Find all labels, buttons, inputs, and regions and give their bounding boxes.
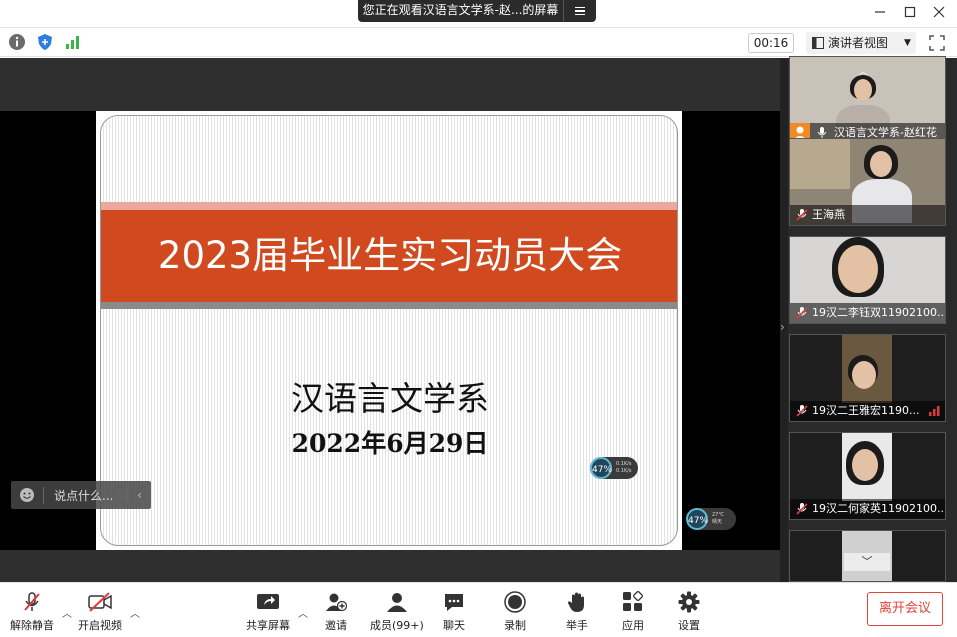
background-shelf [790, 139, 850, 189]
info-icon[interactable] [8, 33, 26, 51]
meeting-topbar: 00:16 演讲者视图 ▼ [0, 27, 957, 57]
speed-percent: 47% [590, 457, 612, 479]
slide-band-top [101, 202, 677, 210]
gear-icon [678, 591, 700, 613]
start-video-button[interactable]: 开启视频 [78, 591, 122, 633]
participant-tile[interactable]: 王海燕 [789, 138, 946, 226]
chevron-up-icon[interactable]: ︿ [62, 605, 72, 620]
record-label: 录制 [504, 619, 526, 632]
emoji-icon[interactable] [11, 487, 43, 503]
apps-icon [623, 591, 643, 611]
leave-meeting-button[interactable]: 离开会议 [867, 592, 943, 626]
weather-temp: 27℃ [712, 512, 724, 518]
camera-off-icon [88, 592, 112, 612]
chevron-up-icon[interactable]: ︿ [298, 605, 308, 620]
record-icon [504, 591, 526, 613]
chat-input[interactable]: 说点什么... ‹ [11, 481, 151, 509]
settings-button[interactable]: 设置 [678, 591, 700, 633]
chevron-right-icon: › [780, 320, 785, 334]
maximize-button[interactable] [897, 2, 923, 22]
speed-line2: 0.1K/s [616, 468, 632, 474]
signal-weak-icon [929, 406, 940, 416]
apps-label: 应用 [622, 619, 644, 632]
layout-icon [812, 37, 824, 49]
slide-frame: 2023届毕业生实习动员大会 汉语言文学系 2022年6月29日 [100, 115, 678, 546]
scroll-down-icon[interactable]: ﹀ [844, 553, 890, 571]
signal-icon[interactable] [64, 33, 82, 51]
settings-label: 设置 [678, 619, 700, 632]
hand-icon [568, 592, 584, 612]
start-video-label: 开启视频 [78, 619, 122, 632]
speed-widget-slide: 47% 0.1K/s 0.1K/s [590, 457, 638, 479]
members-icon [386, 593, 407, 612]
view-mode-label: 演讲者视图 [828, 36, 889, 50]
record-button[interactable]: 录制 [504, 591, 526, 633]
chat-placeholder[interactable]: 说点什么... [43, 486, 127, 504]
window-titlebar: 您正在观看汉语言文学系-赵...的屏幕 [0, 0, 957, 26]
minimize-button[interactable] [867, 2, 893, 22]
shared-screen-stage: 2023届毕业生实习动员大会 汉语言文学系 2022年6月29日 47% 0.1… [0, 58, 780, 582]
participant-tile[interactable]: 19汉二王雅宏1190... [789, 334, 946, 422]
collapse-icon[interactable]: ‹ [127, 488, 151, 502]
participant-name: 19汉二李钰双11902100... [812, 306, 945, 319]
raise-hand-button[interactable]: 举手 [566, 591, 588, 633]
view-mode-dropdown[interactable]: 演讲者视图 ▼ [806, 32, 916, 54]
slide-title: 2023届毕业生实习动员大会 [101, 210, 677, 302]
share-screen-button[interactable]: 共享屏幕 [246, 591, 290, 633]
chevron-down-icon: ▼ [904, 38, 911, 48]
slide-date: 2022年6月29日 [291, 429, 489, 458]
unmute-button[interactable]: 解除静音 [10, 591, 54, 633]
invite-button[interactable]: 邀请 [325, 591, 347, 633]
weather-desc: 晴天 [712, 519, 723, 525]
speed-widget-stage: 47% 27℃ 晴天 [686, 508, 736, 530]
participant-tile[interactable]: ﹀ [789, 530, 946, 582]
stage-top-area [0, 58, 780, 111]
speed-info: 0.1K/s 0.1K/s [612, 461, 636, 475]
mic-muted-icon [796, 307, 808, 319]
share-banner-text: 您正在观看汉语言文学系-赵...的屏幕 [358, 0, 564, 22]
mic-muted-icon [796, 503, 808, 515]
members-button[interactable]: 成员(99+) [370, 591, 424, 633]
mic-muted-icon [24, 592, 40, 611]
apps-button[interactable]: 应用 [622, 591, 644, 633]
close-button[interactable] [926, 2, 952, 22]
stage-bottom-area [0, 550, 780, 582]
chat-button[interactable]: 聊天 [443, 591, 465, 633]
meeting-timer: 00:16 [748, 33, 794, 53]
unmute-label: 解除静音 [10, 619, 54, 632]
meeting-controls: 解除静音 ︿ 开启视频 ︿ 共享屏幕 ︿ 邀请 成员(99+) 聊天 录制 举手… [0, 582, 957, 637]
panel-toggle[interactable]: › [780, 58, 788, 582]
chevron-up-icon[interactable]: ︿ [130, 605, 140, 620]
weather-info: 27℃ 晴天 [708, 512, 728, 526]
participant-tile[interactable]: 19汉二何家英11902100... [789, 432, 946, 520]
speed-percent: 47% [686, 508, 708, 530]
raise-hand-label: 举手 [566, 619, 588, 632]
members-label: 成员(99+) [370, 619, 424, 632]
slide-department: 汉语言文学系 [291, 379, 489, 418]
share-screen-label: 共享屏幕 [246, 619, 290, 632]
chat-label: 聊天 [443, 619, 465, 632]
chevron-up-icon[interactable]: ︿ [858, 63, 868, 78]
menu-icon[interactable] [564, 0, 596, 22]
mic-muted-icon [796, 405, 808, 417]
fullscreen-icon[interactable] [928, 34, 946, 52]
screen-share-banner[interactable]: 您正在观看汉语言文学系-赵...的屏幕 [358, 0, 596, 22]
invite-label: 邀请 [325, 619, 347, 632]
participant-name: 19汉二何家英11902100... [812, 502, 945, 515]
shield-icon[interactable] [36, 33, 54, 51]
mic-muted-icon [796, 209, 808, 221]
speed-line1: 0.1K/s [616, 461, 632, 467]
participants-panel: › ︿ 汉语言文学系-赵红花 王海燕 19汉二李钰双11902100... 19… [780, 56, 957, 582]
participant-tile[interactable]: ︿ 汉语言文学系-赵红花 [789, 56, 946, 144]
invite-icon [326, 593, 347, 612]
slide-band-bottom [101, 302, 677, 309]
participant-tile[interactable]: 19汉二李钰双11902100... [789, 236, 946, 324]
participant-name: 王海燕 [812, 208, 845, 221]
chat-icon [445, 594, 463, 611]
presentation-slide: 2023届毕业生实习动员大会 汉语言文学系 2022年6月29日 47% 0.1… [96, 111, 682, 550]
share-screen-icon [257, 594, 279, 609]
participant-name: 19汉二王雅宏1190... [812, 404, 920, 417]
